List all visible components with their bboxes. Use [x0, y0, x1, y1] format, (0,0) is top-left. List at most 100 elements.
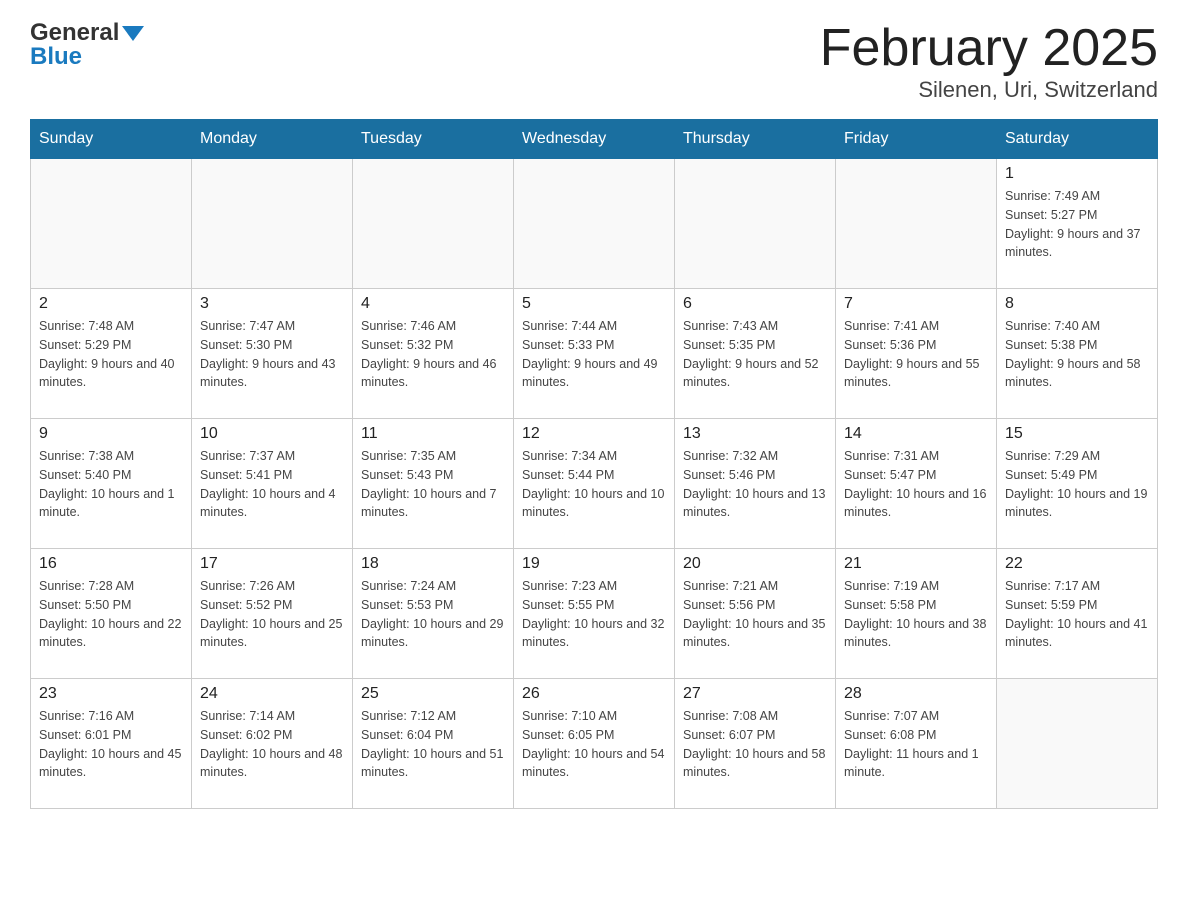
day-number: 13: [683, 425, 827, 443]
day-number: 1: [1005, 165, 1149, 183]
day-info: Sunrise: 7:41 AM Sunset: 5:36 PM Dayligh…: [844, 317, 988, 392]
day-info: Sunrise: 7:49 AM Sunset: 5:27 PM Dayligh…: [1005, 187, 1149, 262]
day-number: 28: [844, 685, 988, 703]
calendar-cell: 15Sunrise: 7:29 AM Sunset: 5:49 PM Dayli…: [997, 419, 1158, 549]
day-number: 16: [39, 555, 183, 573]
logo: General Blue: [30, 20, 144, 71]
day-number: 2: [39, 295, 183, 313]
day-info: Sunrise: 7:16 AM Sunset: 6:01 PM Dayligh…: [39, 707, 183, 782]
calendar-cell: 10Sunrise: 7:37 AM Sunset: 5:41 PM Dayli…: [192, 419, 353, 549]
day-number: 11: [361, 425, 505, 443]
day-info: Sunrise: 7:40 AM Sunset: 5:38 PM Dayligh…: [1005, 317, 1149, 392]
day-info: Sunrise: 7:28 AM Sunset: 5:50 PM Dayligh…: [39, 577, 183, 652]
day-number: 26: [522, 685, 666, 703]
day-info: Sunrise: 7:17 AM Sunset: 5:59 PM Dayligh…: [1005, 577, 1149, 652]
day-info: Sunrise: 7:43 AM Sunset: 5:35 PM Dayligh…: [683, 317, 827, 392]
week-row-3: 9 Sunrise: 7:38 AM Sunset: 5:40 PM Daylig…: [31, 419, 1158, 549]
day-number: 3: [200, 295, 344, 313]
calendar-cell: 1 Sunrise: 7:49 AM Sunset: 5:27 PM Daylig…: [997, 159, 1158, 289]
days-header-row: SundayMondayTuesdayWednesdayThursdayFrid…: [31, 120, 1158, 159]
day-info: Sunrise: 7:32 AM Sunset: 5:46 PM Dayligh…: [683, 447, 827, 522]
calendar-cell: [31, 159, 192, 289]
day-info: Sunrise: 7:35 AM Sunset: 5:43 PM Dayligh…: [361, 447, 505, 522]
week-row-5: 23 Sunrise: 7:16 AM Sunset: 6:01 PM Dayli…: [31, 679, 1158, 809]
day-info: Sunrise: 7:07 AM Sunset: 6:08 PM Dayligh…: [844, 707, 988, 782]
calendar-cell: [997, 679, 1158, 809]
calendar-title: February 2025: [820, 20, 1158, 77]
day-number: 15: [1005, 425, 1149, 443]
calendar-cell: 19 Sunrise: 7:23 AM Sunset: 5:55 PM Dayli…: [514, 549, 675, 679]
calendar-cell: 2 Sunrise: 7:48 AM Sunset: 5:29 PM Daylig…: [31, 289, 192, 419]
day-number: 6: [683, 295, 827, 313]
calendar-cell: 13 Sunrise: 7:32 AM Sunset: 5:46 PM Dayli…: [675, 419, 836, 549]
day-info: Sunrise: 7:21 AM Sunset: 5:56 PM Dayligh…: [683, 577, 827, 652]
calendar-subtitle: Silenen, Uri, Switzerland: [820, 77, 1158, 103]
day-info: Sunrise: 7:47 AM Sunset: 5:30 PM Dayligh…: [200, 317, 344, 392]
calendar-cell: [675, 159, 836, 289]
day-number: 19: [522, 555, 666, 573]
day-number: 24: [200, 685, 344, 703]
calendar-cell: 7 Sunrise: 7:41 AM Sunset: 5:36 PM Daylig…: [836, 289, 997, 419]
day-info: Sunrise: 7:37 AM Sunset: 5:41 PM Dayligh…: [200, 447, 344, 522]
calendar-table: SundayMondayTuesdayWednesdayThursdayFrid…: [30, 119, 1158, 809]
calendar-cell: 12 Sunrise: 7:34 AM Sunset: 5:44 PM Dayli…: [514, 419, 675, 549]
logo-arrow-icon: [122, 26, 144, 41]
calendar-cell: 4 Sunrise: 7:46 AM Sunset: 5:32 PM Daylig…: [353, 289, 514, 419]
day-number: 21: [844, 555, 988, 573]
day-number: 8: [1005, 295, 1149, 313]
calendar-cell: 18 Sunrise: 7:24 AM Sunset: 5:53 PM Dayli…: [353, 549, 514, 679]
title-area: February 2025 Silenen, Uri, Switzerland: [820, 20, 1158, 103]
day-info: Sunrise: 7:14 AM Sunset: 6:02 PM Dayligh…: [200, 707, 344, 782]
week-row-2: 2 Sunrise: 7:48 AM Sunset: 5:29 PM Daylig…: [31, 289, 1158, 419]
calendar-cell: 9 Sunrise: 7:38 AM Sunset: 5:40 PM Daylig…: [31, 419, 192, 549]
day-info: Sunrise: 7:23 AM Sunset: 5:55 PM Dayligh…: [522, 577, 666, 652]
day-number: 12: [522, 425, 666, 443]
day-header-friday: Friday: [836, 120, 997, 159]
calendar-cell: 26 Sunrise: 7:10 AM Sunset: 6:05 PM Dayli…: [514, 679, 675, 809]
day-header-thursday: Thursday: [675, 120, 836, 159]
calendar-cell: 11 Sunrise: 7:35 AM Sunset: 5:43 PM Dayli…: [353, 419, 514, 549]
calendar-cell: 17Sunrise: 7:26 AM Sunset: 5:52 PM Dayli…: [192, 549, 353, 679]
day-info: Sunrise: 7:12 AM Sunset: 6:04 PM Dayligh…: [361, 707, 505, 782]
calendar-cell: 25 Sunrise: 7:12 AM Sunset: 6:04 PM Dayli…: [353, 679, 514, 809]
calendar-cell: 24 Sunrise: 7:14 AM Sunset: 6:02 PM Dayli…: [192, 679, 353, 809]
calendar-cell: 6 Sunrise: 7:43 AM Sunset: 5:35 PM Daylig…: [675, 289, 836, 419]
day-info: Sunrise: 7:10 AM Sunset: 6:05 PM Dayligh…: [522, 707, 666, 782]
day-header-monday: Monday: [192, 120, 353, 159]
calendar-cell: 28 Sunrise: 7:07 AM Sunset: 6:08 PM Dayli…: [836, 679, 997, 809]
day-number: 7: [844, 295, 988, 313]
day-header-sunday: Sunday: [31, 120, 192, 159]
day-info: Sunrise: 7:08 AM Sunset: 6:07 PM Dayligh…: [683, 707, 827, 782]
calendar-cell: 21 Sunrise: 7:19 AM Sunset: 5:58 PM Dayli…: [836, 549, 997, 679]
day-number: 23: [39, 685, 183, 703]
day-header-wednesday: Wednesday: [514, 120, 675, 159]
day-info: Sunrise: 7:46 AM Sunset: 5:32 PM Dayligh…: [361, 317, 505, 392]
week-row-1: 1 Sunrise: 7:49 AM Sunset: 5:27 PM Daylig…: [31, 159, 1158, 289]
day-info: Sunrise: 7:31 AM Sunset: 5:47 PM Dayligh…: [844, 447, 988, 522]
day-number: 14: [844, 425, 988, 443]
day-number: 18: [361, 555, 505, 573]
calendar-cell: 27Sunrise: 7:08 AM Sunset: 6:07 PM Dayli…: [675, 679, 836, 809]
calendar-cell: 5 Sunrise: 7:44 AM Sunset: 5:33 PM Daylig…: [514, 289, 675, 419]
day-number: 22: [1005, 555, 1149, 573]
day-number: 17: [200, 555, 344, 573]
day-info: Sunrise: 7:38 AM Sunset: 5:40 PM Dayligh…: [39, 447, 183, 522]
day-info: Sunrise: 7:24 AM Sunset: 5:53 PM Dayligh…: [361, 577, 505, 652]
logo-blue-text: Blue: [30, 44, 82, 70]
calendar-cell: 22 Sunrise: 7:17 AM Sunset: 5:59 PM Dayli…: [997, 549, 1158, 679]
day-header-saturday: Saturday: [997, 120, 1158, 159]
calendar-cell: 16 Sunrise: 7:28 AM Sunset: 5:50 PM Dayli…: [31, 549, 192, 679]
calendar-cell: 23 Sunrise: 7:16 AM Sunset: 6:01 PM Dayli…: [31, 679, 192, 809]
calendar-cell: 14 Sunrise: 7:31 AM Sunset: 5:47 PM Dayli…: [836, 419, 997, 549]
day-number: 9: [39, 425, 183, 443]
calendar-cell: 20Sunrise: 7:21 AM Sunset: 5:56 PM Dayli…: [675, 549, 836, 679]
page-header: General Blue February 2025 Silenen, Uri,…: [30, 20, 1158, 103]
day-info: Sunrise: 7:48 AM Sunset: 5:29 PM Dayligh…: [39, 317, 183, 392]
day-number: 4: [361, 295, 505, 313]
calendar-cell: [836, 159, 997, 289]
day-info: Sunrise: 7:44 AM Sunset: 5:33 PM Dayligh…: [522, 317, 666, 392]
day-info: Sunrise: 7:34 AM Sunset: 5:44 PM Dayligh…: [522, 447, 666, 522]
day-number: 25: [361, 685, 505, 703]
day-number: 5: [522, 295, 666, 313]
day-info: Sunrise: 7:19 AM Sunset: 5:58 PM Dayligh…: [844, 577, 988, 652]
